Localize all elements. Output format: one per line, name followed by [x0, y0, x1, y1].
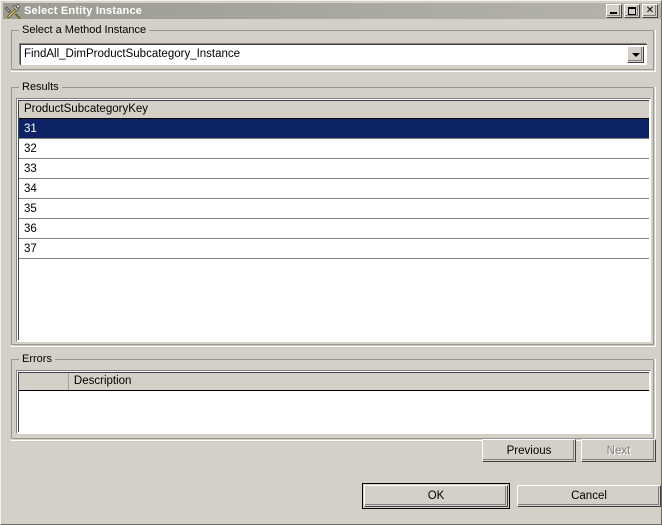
results-grid-inner: ProductSubcategoryKey 31 32 33 34 35 36 …: [18, 100, 649, 340]
select-entity-instance-dialog: Select Entity Instance ✕ Select a Method…: [0, 0, 662, 525]
ok-button-label: OK: [427, 490, 445, 502]
maximize-button[interactable]: [624, 4, 640, 18]
cell-productsubcategorykey: 35: [24, 202, 37, 215]
results-group-label: Results: [19, 81, 62, 93]
table-row[interactable]: 33: [19, 159, 649, 179]
title-bar[interactable]: Select Entity Instance ✕: [3, 3, 661, 20]
cancel-button[interactable]: Cancel: [517, 485, 661, 507]
cell-productsubcategorykey: 36: [24, 222, 37, 235]
errors-grid-header: Description: [19, 373, 649, 391]
errors-grid-inner: Description: [18, 372, 649, 432]
cell-productsubcategorykey: 37: [24, 242, 37, 255]
errors-group: Errors Description: [11, 353, 656, 441]
chevron-down-icon[interactable]: [627, 46, 644, 63]
cell-productsubcategorykey: 31: [24, 122, 37, 135]
errors-column-header-description[interactable]: Description: [69, 373, 649, 390]
window-controls: ✕: [606, 4, 661, 18]
close-button[interactable]: ✕: [642, 4, 658, 18]
errors-group-label: Errors: [19, 353, 55, 365]
results-group: Results ProductSubcategoryKey 31 32 33 3…: [11, 81, 656, 347]
method-instance-combobox-value: FindAll_DimProductSubcategory_Instance: [24, 48, 241, 60]
cell-productsubcategorykey: 33: [24, 162, 37, 175]
table-row[interactable]: 36: [19, 219, 649, 239]
next-button[interactable]: Next: [581, 439, 656, 462]
cell-productsubcategorykey: 34: [24, 182, 37, 195]
method-instance-group-label: Select a Method Instance: [19, 24, 150, 36]
table-row[interactable]: 35: [19, 199, 649, 219]
tools-icon: [5, 3, 21, 20]
table-row[interactable]: 31: [19, 119, 649, 139]
close-icon: ✕: [645, 5, 655, 16]
results-grid[interactable]: ProductSubcategoryKey 31 32 33 34 35 36 …: [16, 98, 651, 342]
cell-productsubcategorykey: 32: [24, 142, 37, 155]
next-button-label: Next: [606, 444, 631, 457]
errors-grid[interactable]: Description: [16, 370, 651, 434]
table-row[interactable]: 32: [19, 139, 649, 159]
table-row[interactable]: 34: [19, 179, 649, 199]
results-column-header-productsubcategorykey[interactable]: ProductSubcategoryKey: [19, 101, 649, 118]
minimize-button[interactable]: [606, 4, 622, 18]
previous-button-label: Previous: [506, 444, 552, 457]
method-instance-group: Select a Method Instance FindAll_DimProd…: [11, 24, 656, 72]
errors-column-header-blank[interactable]: [19, 373, 69, 390]
window-title: Select Entity Instance: [24, 5, 143, 17]
results-grid-rows: 31 32 33 34 35 36 37: [19, 119, 649, 259]
minimize-icon: [610, 12, 617, 14]
table-row[interactable]: 37: [19, 239, 649, 259]
cancel-button-label: Cancel: [571, 490, 607, 502]
maximize-icon: [628, 7, 636, 15]
dialog-client-area: Select a Method Instance FindAll_DimProd…: [3, 19, 661, 524]
method-instance-combobox[interactable]: FindAll_DimProductSubcategory_Instance: [19, 43, 647, 65]
previous-button[interactable]: Previous: [482, 439, 576, 462]
results-grid-header: ProductSubcategoryKey: [19, 101, 649, 119]
ok-button[interactable]: OK: [362, 483, 510, 509]
